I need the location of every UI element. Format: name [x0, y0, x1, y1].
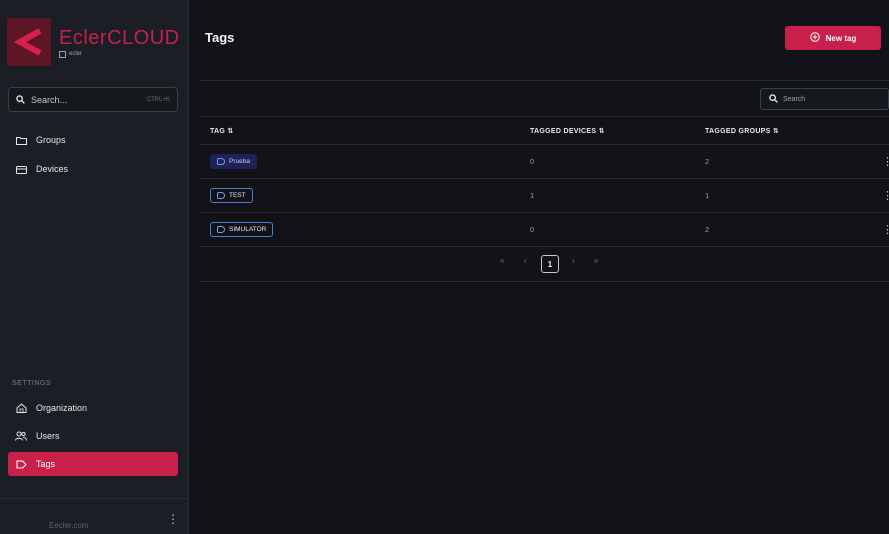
- footer-domain: Eecler.com: [49, 521, 89, 530]
- page-title: Tags: [205, 30, 235, 45]
- search-icon: [769, 93, 778, 105]
- sidebar-item-organization[interactable]: Organization: [8, 396, 178, 420]
- row-menu-icon[interactable]: ⋮: [882, 155, 889, 168]
- tag-icon: [217, 226, 225, 233]
- folder-icon: [14, 136, 28, 145]
- footer-menu-icon[interactable]: ⋮: [167, 512, 179, 526]
- sort-icon: ⇅: [772, 127, 780, 135]
- sidebar-item-label: Devices: [36, 164, 69, 174]
- search-placeholder: Search...: [31, 94, 68, 105]
- device-icon: [14, 165, 28, 174]
- settings-section-label: SETTINGS: [12, 380, 52, 387]
- page-header: Tags New tag: [189, 0, 889, 80]
- table-row[interactable]: TEST 1 1 ⋮: [200, 179, 889, 213]
- table-toolbar: Search: [200, 80, 889, 117]
- column-header-tag[interactable]: TAG ⇅: [210, 127, 234, 135]
- tag-icon: [14, 459, 28, 469]
- tags-table: TAG ⇅ TAGGED DEVICES ⇅ TAGGED GROUPS ⇅ P…: [200, 117, 889, 247]
- search-icon: [16, 91, 25, 109]
- current-page-button[interactable]: 1: [541, 255, 559, 273]
- prev-page-button[interactable]: ‹: [524, 256, 527, 265]
- tagged-groups-cell: 1: [705, 191, 710, 200]
- sidebar-item-label: Groups: [36, 135, 66, 145]
- tagged-devices-cell: 1: [530, 191, 535, 200]
- plus-circle-icon: [809, 32, 820, 44]
- tag-chip[interactable]: SIMULATOR: [210, 222, 274, 237]
- home-icon: [14, 403, 28, 413]
- sidebar-footer: Eecler.com ⋮: [0, 498, 189, 534]
- logo-title: EclerCLOUD: [59, 26, 180, 49]
- row-menu-icon[interactable]: ⋮: [882, 223, 889, 236]
- table-search-placeholder: Search: [783, 95, 806, 103]
- new-tag-label: New tag: [825, 33, 857, 43]
- table-header-row: TAG ⇅ TAGGED DEVICES ⇅ TAGGED GROUPS ⇅: [200, 117, 889, 145]
- tagged-groups-cell: 2: [705, 225, 710, 234]
- next-page-button[interactable]: ›: [572, 256, 575, 265]
- tag-chip[interactable]: TEST: [210, 188, 253, 203]
- last-page-button[interactable]: »: [594, 256, 598, 265]
- search-shortcut: CTRL+K: [146, 96, 170, 103]
- table-row[interactable]: Prueba 0 2 ⋮: [200, 145, 889, 179]
- tag-icon: [217, 192, 225, 199]
- sidebar-item-label: Tags: [36, 459, 56, 469]
- tagged-groups-cell: 2: [705, 157, 710, 166]
- sidebar-item-tags[interactable]: Tags: [8, 452, 178, 476]
- first-page-button[interactable]: «: [500, 256, 504, 265]
- sidebar-item-devices[interactable]: Devices: [8, 157, 178, 181]
- logo-subtitle: ecler: [59, 50, 180, 58]
- sidebar-item-label: Users: [36, 431, 60, 441]
- sidebar-item-label: Organization: [36, 403, 88, 413]
- table-search-input[interactable]: Search: [760, 88, 889, 110]
- sort-icon: ⇅: [598, 127, 605, 135]
- sidebar-item-groups[interactable]: Groups: [8, 128, 178, 152]
- row-menu-icon[interactable]: ⋮: [882, 189, 889, 202]
- table-row[interactable]: SIMULATOR 0 2 ⋮: [200, 213, 889, 247]
- pagination: « ‹ 1 › »: [200, 247, 889, 282]
- column-header-tagged-groups[interactable]: TAGGED GROUPS ⇅: [705, 127, 779, 135]
- sidebar-item-users[interactable]: Users: [8, 424, 178, 448]
- logo-mark-icon: [7, 18, 51, 66]
- tagged-devices-cell: 0: [530, 225, 535, 234]
- sidebar: EclerCLOUD ecler Search... CTRL+K Groups…: [0, 0, 189, 534]
- column-header-tagged-devices[interactable]: TAGGED DEVICES ⇅: [530, 127, 605, 135]
- sort-icon: ⇅: [227, 127, 234, 135]
- tag-icon: [217, 158, 225, 165]
- users-icon: [14, 431, 28, 441]
- tagged-devices-cell: 0: [530, 157, 535, 166]
- app-logo[interactable]: EclerCLOUD ecler: [7, 16, 183, 68]
- new-tag-button[interactable]: New tag: [785, 26, 881, 50]
- sidebar-search-input[interactable]: Search... CTRL+K: [8, 87, 178, 112]
- tag-chip[interactable]: Prueba: [210, 154, 257, 169]
